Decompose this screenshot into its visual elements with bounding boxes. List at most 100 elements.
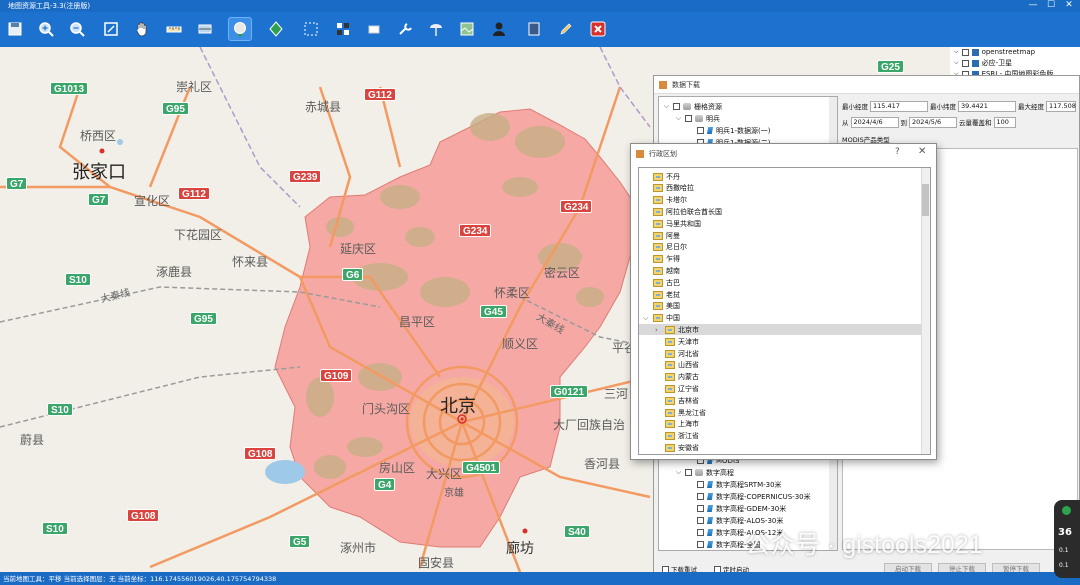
tree-node[interactable]: ⌵ 明兵: [675, 113, 720, 124]
download-tool-button[interactable]: [228, 17, 252, 41]
region-item[interactable]: 阿拉伯联合酋长国: [639, 206, 921, 217]
node-checkbox[interactable]: [697, 541, 704, 548]
grid-button[interactable]: [331, 17, 355, 41]
measure-area-button[interactable]: [193, 17, 217, 41]
province-border: [199, 47, 301, 208]
min-lat-input[interactable]: 39.4421: [958, 100, 1016, 112]
zoom-out-button[interactable]: [65, 17, 89, 41]
region-label: 北京市: [678, 325, 699, 334]
node-checkbox[interactable]: [697, 529, 704, 536]
zoom-out-icon: [70, 22, 85, 37]
dialog-title-bar: 行政区划 ? ✕: [631, 144, 936, 164]
region-item[interactable]: 老挝: [639, 289, 921, 300]
region-item[interactable]: 辽宁省: [639, 383, 921, 394]
node-checkbox[interactable]: [697, 505, 704, 512]
to-date-input[interactable]: 2024/5/6: [909, 116, 957, 128]
node-checkbox[interactable]: [697, 493, 704, 500]
user-button[interactable]: [487, 17, 511, 41]
region-item[interactable]: 马里共和国: [639, 218, 921, 229]
node-checkbox[interactable]: [685, 115, 692, 122]
layer-checkbox[interactable]: [961, 59, 969, 67]
tree-node[interactable]: ⌵ 数字高程: [675, 467, 734, 478]
exit-button[interactable]: [586, 17, 610, 41]
scrollbar[interactable]: [921, 168, 930, 454]
max-lon-input[interactable]: 117.508: [1046, 100, 1076, 112]
tree-node[interactable]: 明兵1-数据源(一): [697, 125, 770, 136]
place-label: 大兴区: [426, 467, 463, 481]
clear-button[interactable]: [362, 17, 386, 41]
window-icon: [636, 150, 644, 158]
route-shield: G112: [364, 88, 396, 101]
region-item[interactable]: ⌵ 中国: [639, 313, 921, 324]
map-image-button[interactable]: [455, 17, 479, 41]
place-label: 桥西区: [80, 129, 117, 143]
region-item[interactable]: 不丹: [639, 171, 921, 182]
window-title: 地图资源工具-3.3(注册版): [8, 2, 91, 10]
close-window-button[interactable]: ✕: [1060, 0, 1078, 12]
region-item[interactable]: 安徽省: [639, 442, 921, 453]
scrollbar-thumb[interactable]: [922, 184, 929, 216]
layer-checkbox[interactable]: [961, 48, 969, 56]
maximize-button[interactable]: ☐: [1042, 0, 1060, 12]
region-item[interactable]: 卡塔尔: [639, 195, 921, 206]
region-item[interactable]: 黑龙江省: [639, 407, 921, 418]
min-lon-input[interactable]: 115.417: [870, 100, 928, 112]
region-item[interactable]: 阿曼: [639, 230, 921, 241]
region-item[interactable]: 内蒙古: [639, 372, 921, 383]
region-label: 马里共和国: [666, 219, 701, 228]
region-item[interactable]: 尼日尔: [639, 242, 921, 253]
layer-button[interactable]: [264, 17, 288, 41]
edit-button[interactable]: [554, 17, 578, 41]
region-item[interactable]: 天津市: [639, 336, 921, 347]
chevron-down-icon[interactable]: ⌵: [675, 468, 682, 477]
region-item[interactable]: 越南: [639, 265, 921, 276]
chevron-down-icon[interactable]: ⌵: [663, 102, 670, 111]
region-item[interactable]: 吉林省: [639, 395, 921, 406]
layer-label: 必应-卫星: [981, 59, 1013, 67]
select-area-button[interactable]: [299, 17, 323, 41]
save-button[interactable]: [3, 17, 27, 41]
route-shield: S10: [65, 273, 91, 286]
route-shield: G234: [560, 200, 593, 213]
region-item[interactable]: › 北京市: [639, 324, 921, 336]
node-checkbox[interactable]: [697, 517, 704, 524]
zoom-in-button[interactable]: [34, 17, 58, 41]
satellite-button[interactable]: [424, 17, 448, 41]
layer-item[interactable]: ⌵ 必应-卫星: [954, 58, 1012, 68]
node-checkbox[interactable]: [697, 481, 704, 488]
user-icon: [493, 22, 505, 36]
tree-node[interactable]: ⌵ 栅格资源: [663, 101, 722, 112]
help-button[interactable]: ?: [895, 147, 900, 157]
minimize-button[interactable]: —: [1024, 0, 1042, 12]
region-item[interactable]: 乍得: [639, 254, 921, 265]
close-button[interactable]: ✕: [918, 146, 926, 157]
map-folder-icon: [653, 302, 663, 311]
region-item[interactable]: 美国: [639, 301, 921, 312]
node-checkbox[interactable]: [685, 469, 692, 476]
region-item[interactable]: 古巴: [639, 277, 921, 288]
tree-node[interactable]: 数字高程-GDEM-30米: [697, 503, 786, 514]
measure-distance-button[interactable]: [162, 17, 186, 41]
chevron-down-icon[interactable]: ⌵: [675, 114, 682, 123]
region-item[interactable]: 河北省: [639, 348, 921, 359]
tree-node[interactable]: 数字高程-COPERNICUS-30米: [697, 491, 811, 502]
region-item[interactable]: 山西省: [639, 360, 921, 371]
from-date-input[interactable]: 2024/4/6: [850, 116, 899, 128]
settings-button[interactable]: [393, 17, 417, 41]
tree-node[interactable]: 数字高程SRTM-30米: [697, 479, 782, 490]
manual-button[interactable]: [522, 17, 546, 41]
region-item[interactable]: 上海市: [639, 419, 921, 430]
region-item[interactable]: 西撒哈拉: [639, 183, 921, 194]
layer-item[interactable]: ⌵ openstreetmap: [954, 47, 1035, 57]
route-shield: G6: [342, 268, 364, 281]
region-tree[interactable]: 不丹西撒哈拉卡塔尔 阿拉伯联合酋长国马里共和国阿曼 尼日尔 乍得 越南 古巴 老挝 美国 ⌵ 中国…: [638, 167, 931, 455]
cloud-input[interactable]: 100: [993, 116, 1016, 128]
pan-button[interactable]: [130, 17, 154, 41]
region-item[interactable]: 浙江省: [639, 431, 921, 442]
chevron-right-icon[interactable]: ›: [655, 326, 662, 334]
full-extent-button[interactable]: [99, 17, 123, 41]
chevron-down-icon[interactable]: ⌵: [643, 314, 650, 323]
node-checkbox[interactable]: [673, 103, 680, 110]
node-checkbox[interactable]: [697, 127, 704, 134]
region-label: 西撒哈拉: [666, 184, 694, 193]
